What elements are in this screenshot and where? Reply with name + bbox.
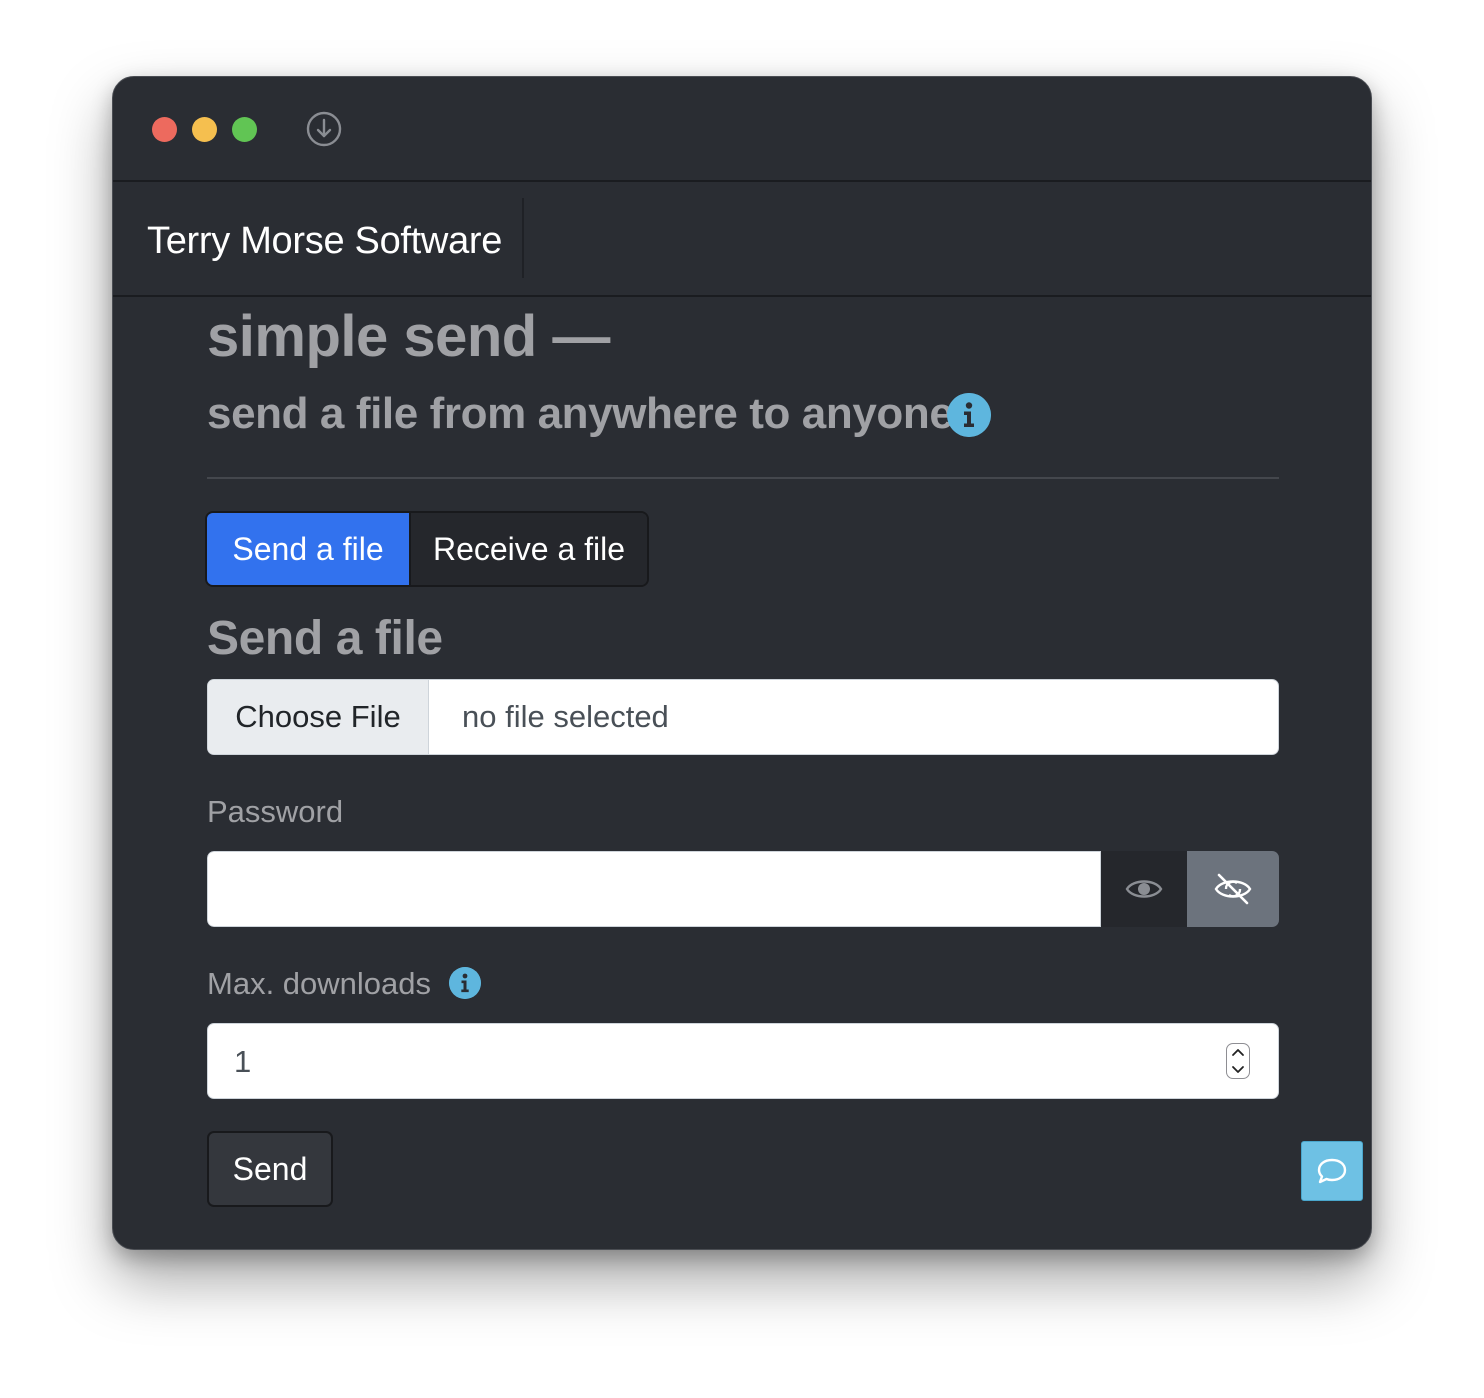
navbar: Terry Morse Software (113, 182, 1371, 297)
minimize-window-button[interactable] (192, 117, 217, 142)
max-downloads-field[interactable]: 1 (207, 1023, 1279, 1099)
eye-icon (1125, 880, 1163, 898)
file-status-text: no file selected (462, 699, 669, 734)
info-icon[interactable] (449, 967, 481, 999)
app-window: Terry Morse Software simple send — send … (112, 76, 1372, 1250)
title-bar (113, 77, 1371, 182)
navbar-divider (522, 198, 524, 278)
section-title: Send a file (207, 612, 443, 665)
choose-file-button[interactable]: Choose File (208, 680, 429, 754)
maximize-window-button[interactable] (232, 117, 257, 142)
eye-slash-icon (1214, 873, 1252, 905)
send-button[interactable]: Send (207, 1131, 333, 1207)
mode-tabs: Send a file Receive a file (205, 511, 649, 587)
download-circle-icon[interactable] (306, 111, 342, 147)
tab-receive-file[interactable]: Receive a file (409, 513, 647, 585)
brand-link[interactable]: Terry Morse Software (147, 220, 502, 263)
file-input[interactable]: Choose File no file selected (207, 679, 1279, 755)
tab-send-file[interactable]: Send a file (207, 513, 409, 585)
close-window-button[interactable] (152, 117, 177, 142)
max-downloads-label: Max. downloads (207, 966, 432, 1001)
page-subtitle: send a file from anywhere to anyone (207, 389, 954, 438)
header-divider (207, 477, 1279, 479)
page-title: simple send — (207, 304, 610, 369)
max-downloads-value: 1 (234, 1044, 252, 1079)
chat-button[interactable] (1301, 1141, 1363, 1201)
password-field[interactable] (207, 851, 1101, 927)
info-icon[interactable] (947, 393, 991, 437)
chevron-down-icon[interactable] (1227, 1061, 1249, 1078)
hide-password-button[interactable] (1187, 851, 1279, 927)
chevron-up-icon[interactable] (1227, 1044, 1249, 1061)
chat-bubble-icon (1317, 1158, 1347, 1184)
password-group (207, 851, 1279, 927)
show-password-button[interactable] (1101, 851, 1187, 927)
password-label: Password (207, 794, 344, 829)
number-stepper[interactable] (1226, 1043, 1250, 1079)
